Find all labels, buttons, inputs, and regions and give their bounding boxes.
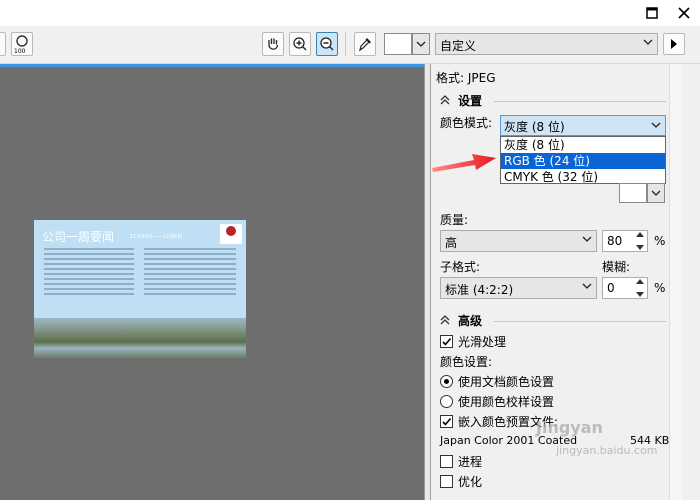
zoom-out-button[interactable]: [316, 32, 338, 56]
chevron-down-icon: [582, 236, 592, 242]
optimize-label: 优化: [458, 475, 483, 489]
use-proof-color-radio[interactable]: [440, 395, 453, 408]
preview-title: 公司一周要闻: [42, 230, 115, 244]
progressive-checkbox[interactable]: [440, 455, 453, 468]
zoom-100-button[interactable]: 100: [11, 32, 33, 56]
collapse-settings-icon[interactable]: [440, 95, 450, 105]
smooth-label: 光滑处理: [458, 335, 507, 349]
chevron-down-icon: [651, 190, 661, 196]
color-mode-option-gray[interactable]: 灰度 (8 位): [501, 137, 665, 153]
title-bar: [0, 0, 700, 26]
previous-tool-button[interactable]: [0, 32, 6, 56]
subformat-label: 子格式:: [440, 260, 481, 274]
preset-select[interactable]: 自定义: [435, 33, 658, 55]
format-label: 格式: JPEG: [436, 71, 496, 85]
watermark-url: jingyan.baidu.com: [556, 444, 658, 457]
quality-number: 80: [607, 234, 623, 248]
chevron-down-icon: [651, 122, 661, 128]
color-mode-label: 颜色模式:: [440, 116, 493, 130]
preview-image: 公司一周要闻 11月30日——12月6日: [34, 220, 246, 358]
chevron-down-icon: [416, 41, 426, 47]
chevron-down-icon: [582, 283, 592, 289]
zoom-out-icon: [320, 37, 334, 51]
color-mode-select[interactable]: 灰度 (8 位): [500, 115, 666, 136]
blur-label: 模糊:: [602, 260, 631, 274]
progressive-label: 进程: [458, 455, 483, 469]
swatch-dropdown-button[interactable]: [412, 33, 430, 55]
hand-tool-icon: [268, 38, 279, 50]
close-icon[interactable]: [670, 0, 698, 26]
use-proof-color-label: 使用颜色校样设置: [458, 395, 555, 409]
quality-select[interactable]: 高: [440, 230, 597, 252]
background-color-swatch[interactable]: [619, 183, 647, 203]
optimize-checkbox[interactable]: [440, 475, 453, 488]
subformat-value: 标准 (4:2:2): [445, 283, 514, 297]
collapse-advanced-icon[interactable]: [440, 315, 450, 325]
watermark-text: Jingyan: [536, 418, 603, 437]
chevron-down-icon: [643, 39, 653, 45]
svg-text:100: 100: [14, 48, 26, 54]
spinner-arrows-icon[interactable]: [634, 232, 646, 250]
preview-landscape-photo: [34, 318, 246, 358]
spinner-arrows-icon[interactable]: [634, 279, 646, 297]
panel-scrollbar[interactable]: [669, 64, 682, 500]
quality-label: 质量:: [440, 213, 469, 227]
next-preset-button[interactable]: [663, 33, 685, 55]
toolbar: 100 自定义: [0, 26, 700, 64]
advanced-divider: [494, 321, 666, 322]
eyedropper-button[interactable]: [354, 32, 376, 56]
color-mode-value: 灰度 (8 位): [504, 120, 565, 134]
preview-text-column-right: [144, 248, 236, 302]
red-arrow-annotation: [432, 154, 496, 172]
color-mode-dropdown-list: 灰度 (8 位) RGB 色 (24 位) CMYK 色 (32 位): [500, 136, 666, 184]
quality-spinner[interactable]: 80: [602, 230, 648, 252]
color-mode-option-rgb[interactable]: RGB 色 (24 位): [501, 153, 665, 169]
preview-date: 11月30日——12月6日: [130, 234, 183, 240]
quality-value: 高: [445, 236, 458, 250]
settings-section-title: 设置: [458, 94, 483, 108]
preset-value: 自定义: [440, 39, 477, 53]
zoom-100-icon: 100: [14, 35, 28, 54]
company-logo: [220, 224, 242, 244]
zoom-in-icon: [293, 37, 307, 51]
color-settings-label: 颜色设置:: [440, 355, 493, 369]
subformat-select[interactable]: 标准 (4:2:2): [440, 277, 597, 299]
blur-value: 0: [607, 281, 615, 295]
use-document-color-label: 使用文档颜色设置: [458, 375, 555, 389]
blur-spinner[interactable]: 0: [602, 277, 648, 299]
toolbar-separator: [345, 32, 346, 56]
zoom-in-button[interactable]: [289, 32, 311, 56]
hand-tool-button[interactable]: [262, 32, 284, 56]
background-swatch-dropdown[interactable]: [647, 183, 665, 203]
settings-divider: [494, 101, 666, 102]
quality-unit: %: [654, 234, 666, 248]
smooth-checkbox[interactable]: [440, 335, 453, 348]
preview-text-column-left: [44, 248, 134, 302]
color-swatch[interactable]: [384, 33, 412, 55]
use-document-color-radio[interactable]: [440, 375, 453, 388]
eyedropper-icon: [359, 38, 371, 52]
embed-profile-checkbox[interactable]: [440, 415, 453, 428]
advanced-section-title: 高级: [458, 314, 483, 328]
blur-unit: %: [654, 281, 666, 295]
maximize-icon[interactable]: [638, 0, 666, 26]
play-icon: [671, 39, 677, 49]
